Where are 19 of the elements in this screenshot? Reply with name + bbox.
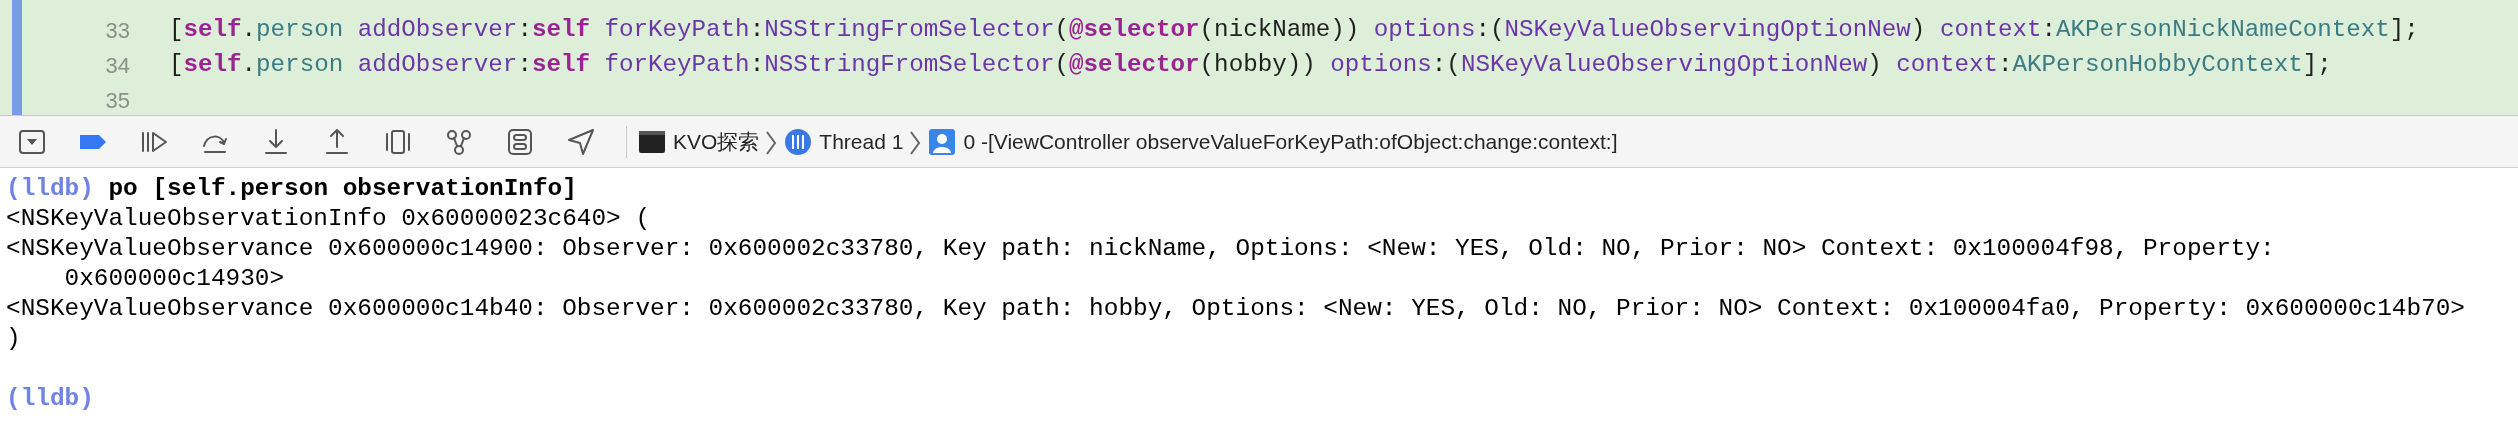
lldb-prompt: (lldb): [6, 385, 94, 412]
console-output: <NSKeyValueObservationInfo 0x60000023c640> (: [6, 204, 652, 234]
breadcrumb-item[interactable]: Thread 1: [819, 125, 904, 158]
code-line: [self.person addObserver:self forKeyPath:NSStringFromSelector(@selector(hobby)) options:(NSKeyValueObservingOptionNew) context:AKPersonHobbyContext];: [169, 50, 2332, 81]
console-output: <NSKeyValueObservance 0x600000c14900: Observer: 0x600002c33780, Key path: nickName, Options: <New: YES, Old: NO, Prior: NO> Context: 0x100004f98, Property: 0x600000c14930>: [6, 234, 2276, 294]
user-icon: [927, 126, 958, 157]
line-number: 33: [104, 17, 130, 45]
thread-icon: [783, 126, 814, 157]
console-output: <NSKeyValueObservance 0x600000c14b40: Observer: 0x600002c33780, Key path: hobby, Options: <New: YES, Old: NO, Prior: NO> Context: 0x100004fa0, Property: 0x600000c14b70>: [6, 294, 2466, 324]
console-output: ): [6, 324, 22, 354]
code-line: [self.person addObserver:self forKeyPath:NSStringFromSelector(@selector(nickName)) options:(NSKeyValueObservingOptionNew) context:AKPersonNickNameContext];: [169, 15, 2419, 46]
chevron-icon: [909, 130, 922, 157]
breadcrumb-item[interactable]: KVO探索: [673, 125, 760, 158]
console-command: po [self.person observationInfo]: [107, 175, 577, 202]
lldb-prompt: (lldb): [6, 175, 94, 202]
line-number: 34: [104, 52, 130, 80]
breadcrumb-item[interactable]: 0 -[ViewController observeValueForKeyPath:ofObject:change:context:]: [963, 125, 1618, 158]
line-number: 35: [104, 87, 130, 115]
chevron-icon: [765, 130, 778, 157]
